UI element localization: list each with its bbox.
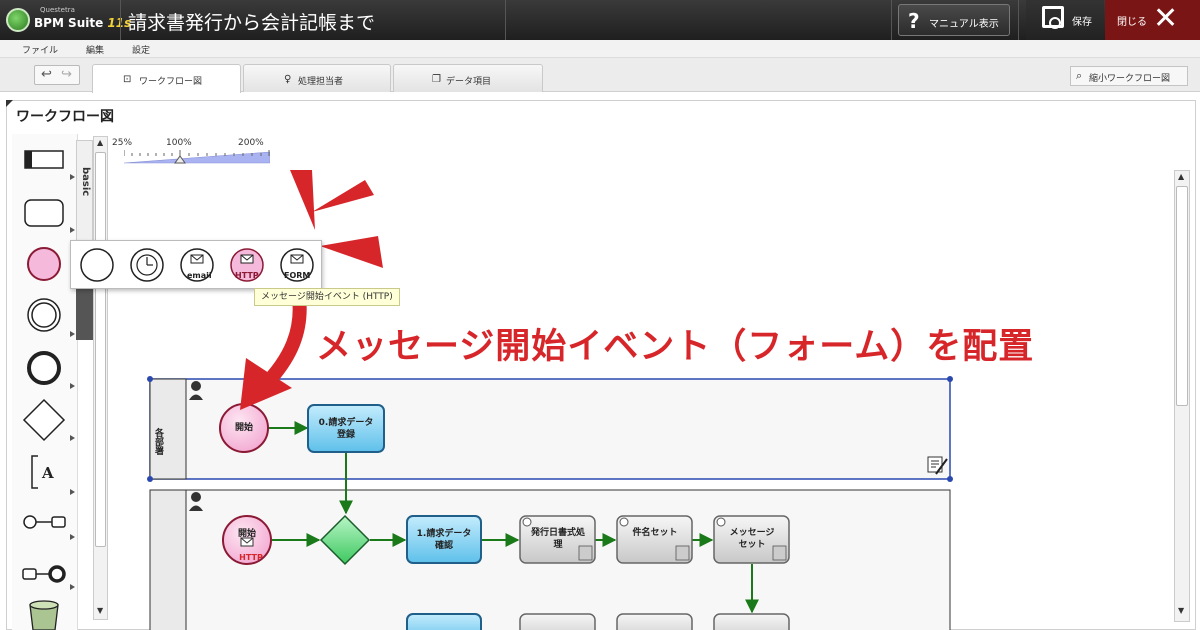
email-option-label: email [187,271,212,280]
timer-start-event-option[interactable] [130,248,164,282]
lane-label: 各部署 [153,428,163,455]
tooltip: メッセージ開始イベント (HTTP) [254,288,400,306]
form-option-label: FORM [284,271,311,280]
service-task-label: 発行日書式処理 [530,528,585,550]
start-event-label: 開始 [234,423,253,433]
annotation-caption: メッセージ開始イベント（フォーム）を配置 [316,327,1035,367]
http-option-label: HTTP [235,271,259,280]
popup-icons [80,248,314,282]
task-register-label: 0.請求データ 登録 [318,418,374,440]
task-confirm-label: 1.請求データ 確認 [416,529,472,551]
http-badge: HTTP [239,553,263,562]
service-task-label: 件名セット [632,528,678,538]
diagram-canvas [147,170,953,630]
service-task-label: メッセージ セット [729,528,775,550]
event-type-popup: email HTTP FORM [70,240,322,289]
http-start-label: 開始 [237,529,256,539]
plain-start-event-option[interactable] [80,248,114,282]
service-task-subject[interactable] [616,515,693,564]
